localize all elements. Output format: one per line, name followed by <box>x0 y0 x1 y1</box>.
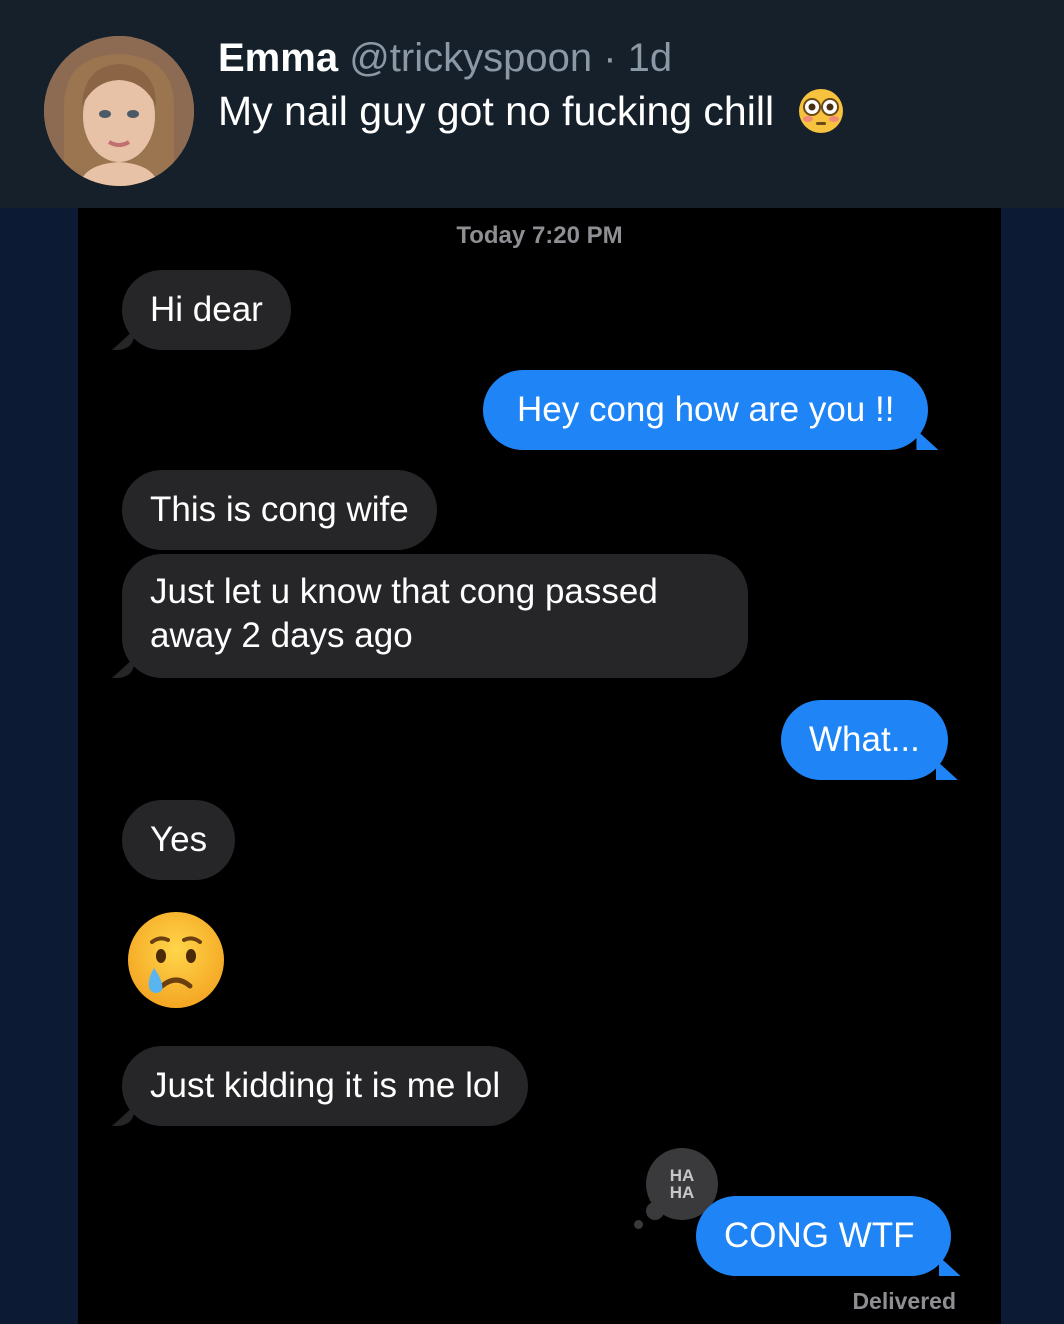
received-message-bubble[interactable]: Hi dear <box>122 270 291 350</box>
received-message-bubble[interactable]: This is cong wife <box>122 470 437 550</box>
tweet-text-content: My nail guy got no fucking chill <box>218 88 775 134</box>
delivered-status: Delivered <box>852 1288 956 1314</box>
author-handle[interactable]: @trickyspoon <box>349 36 592 80</box>
tweet-age[interactable]: 1d <box>628 36 673 80</box>
message-text: Hey cong how are you !! <box>517 390 895 429</box>
flushed-face-emoji-icon <box>799 89 844 134</box>
message-text: Hi dear <box>150 290 263 329</box>
avatar[interactable] <box>44 36 194 186</box>
separator: · <box>592 36 628 80</box>
tweet-author-line: Emma @trickyspoon · 1d <box>218 36 672 81</box>
message-text-line: Just let u know that cong passed <box>150 572 658 611</box>
tweet-text: My nail guy got no fucking chill <box>218 88 845 135</box>
message-text: This is cong wife <box>150 490 409 529</box>
timestamp-day: Today <box>456 222 526 249</box>
sent-message-bubble[interactable]: What... <box>781 700 948 780</box>
message-text-line: away 2 days ago <box>150 616 413 655</box>
received-message-bubble[interactable]: Yes <box>122 800 236 880</box>
tapback-text: HA <box>669 1166 695 1185</box>
avatar-portrait-icon <box>44 36 194 186</box>
received-message-bubble[interactable]: Just let u know that cong passed away 2 … <box>122 554 748 678</box>
author-name[interactable]: Emma <box>218 36 338 80</box>
message-text: What... <box>809 720 920 759</box>
crying-face-emoji-icon[interactable] <box>126 910 226 1010</box>
message-screenshot: Today 7:20 PM Hi dear Hey cong how are y… <box>78 208 1001 1324</box>
message-text: Just kidding it is me lol <box>150 1066 501 1105</box>
message-text: CONG WTF <box>724 1216 915 1255</box>
tapback-text: HA <box>669 1183 695 1202</box>
sent-message-bubble[interactable]: Hey cong how are you !! <box>483 370 929 450</box>
message-text: Yes <box>150 820 208 859</box>
tapback-tail-dot <box>634 1220 643 1229</box>
chat-timestamp: Today 7:20 PM <box>78 222 1001 250</box>
timestamp-time: 7:20 PM <box>531 222 623 249</box>
received-message-bubble[interactable]: Just kidding it is me lol <box>122 1046 529 1126</box>
tweet-header: Emma @trickyspoon · 1d My nail guy got n… <box>0 0 1064 208</box>
sent-message-bubble[interactable]: CONG WTF <box>696 1196 951 1276</box>
